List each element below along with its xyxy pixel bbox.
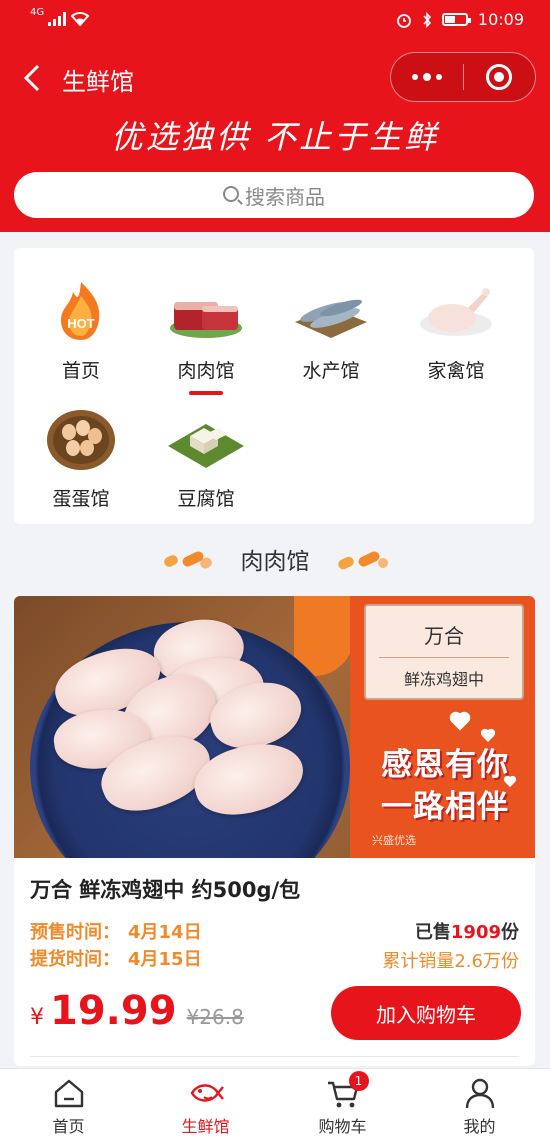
- tab-home[interactable]: 首页: [0, 1069, 137, 1142]
- fish-icon: [291, 278, 371, 344]
- tab-bar: 首页 生鲜馆 1 购物车 我的: [0, 1068, 550, 1142]
- search-icon: [223, 186, 239, 202]
- section-title: 肉肉馆: [240, 549, 310, 575]
- battery-icon: [441, 13, 471, 26]
- header-slogan: 优选独供 不止于生鲜: [110, 118, 440, 156]
- tab-fresh[interactable]: 生鲜馆: [137, 1069, 274, 1142]
- section-header: 肉肉馆: [0, 540, 550, 584]
- chevron-left-icon: [23, 64, 40, 92]
- category-item-home[interactable]: HOT 首页: [16, 278, 146, 383]
- back-button[interactable]: [18, 60, 48, 96]
- signal-group: 4G: [30, 7, 90, 26]
- cart-icon: 1: [325, 1071, 369, 1111]
- brand-divider: [379, 657, 509, 658]
- product-image[interactable]: 万合 鲜冻鸡翅中 感恩有你 一路相伴 兴盛优选: [14, 596, 535, 858]
- more-button[interactable]: [391, 53, 463, 101]
- add-to-cart-button[interactable]: 加入购物车: [331, 986, 521, 1040]
- category-item-eggs[interactable]: 蛋蛋馆: [16, 406, 146, 511]
- hot-flame-icon: HOT: [41, 278, 121, 344]
- active-indicator: [189, 391, 223, 395]
- category-item-poultry[interactable]: 家禽馆: [391, 278, 521, 383]
- pickup-value: 4月15日: [128, 949, 202, 970]
- brand-box: 万合 鲜冻鸡翅中: [364, 604, 524, 700]
- bluetooth-icon: [423, 11, 431, 28]
- fish-tab-icon: [188, 1075, 224, 1111]
- network-type: 4G: [30, 7, 45, 18]
- page-title: 生鲜馆: [62, 68, 134, 96]
- sold-count: 已售1909份: [415, 918, 519, 944]
- image-footer-brand: 兴盛优选: [372, 834, 416, 847]
- status-bar: 4G 10:09: [0, 0, 550, 40]
- promo-slogan-line2: 一路相伴: [381, 789, 509, 825]
- pickup-time: 提货时间： 4月15日: [30, 945, 202, 971]
- category-label: 肉肉馆: [177, 360, 235, 382]
- meat-icon: [166, 278, 246, 344]
- current-price: 19.99: [50, 988, 177, 1034]
- category-label: 水产馆: [302, 360, 360, 382]
- category-item-meat[interactable]: 肉肉馆: [141, 278, 271, 395]
- category-item-seafood[interactable]: 水产馆: [266, 278, 396, 383]
- price-row: ¥ 19.99 ¥26.8: [30, 988, 244, 1038]
- tab-profile[interactable]: 我的: [411, 1069, 548, 1142]
- category-grid: HOT 首页 肉肉馆 水产馆 家禽馆 蛋蛋馆 豆腐馆: [14, 248, 534, 524]
- signal-icon: [48, 12, 67, 26]
- more-dots-icon: [411, 72, 442, 81]
- search-input[interactable]: 搜索商品: [14, 172, 534, 218]
- alarm-icon: [396, 13, 411, 28]
- cart-badge: 1: [348, 1071, 369, 1091]
- tab-cart[interactable]: 1 购物车: [274, 1069, 411, 1142]
- left-decoration-icon: [162, 549, 218, 571]
- currency-symbol: ¥: [30, 1005, 44, 1030]
- brand-product-name: 鲜冻鸡翅中: [403, 670, 484, 689]
- product-title[interactable]: 万合 鲜冻鸡翅中 约500g/包: [30, 874, 300, 904]
- home-icon: [51, 1075, 87, 1111]
- wifi-icon: [70, 12, 90, 26]
- brand-name: 万合: [424, 624, 464, 648]
- tab-label: 首页: [52, 1117, 85, 1136]
- tab-label: 购物车: [318, 1117, 367, 1136]
- original-price: ¥26.8: [186, 1005, 244, 1029]
- tab-label: 我的: [463, 1117, 496, 1136]
- nav-bar: 生鲜馆: [0, 52, 550, 104]
- presale-label: 预售时间：: [30, 922, 120, 943]
- sold-number: 1909: [450, 922, 501, 943]
- close-miniprogram-button[interactable]: [464, 53, 536, 101]
- card-divider: [30, 1056, 519, 1057]
- category-item-tofu[interactable]: 豆腐馆: [141, 406, 271, 511]
- tab-label: 生鲜馆: [181, 1117, 230, 1136]
- svg-text:HOT: HOT: [67, 316, 95, 331]
- poultry-icon: [416, 278, 496, 344]
- right-decoration-icon: [336, 549, 392, 571]
- category-label: 蛋蛋馆: [52, 488, 110, 510]
- sold-suffix: 份: [501, 922, 519, 943]
- product-card[interactable]: 万合 鲜冻鸡翅中 感恩有你 一路相伴 兴盛优选 万合 鲜冻鸡翅中 约500g/包…: [14, 596, 535, 1066]
- category-label: 豆腐馆: [177, 488, 235, 510]
- category-label: 家禽馆: [427, 360, 485, 382]
- presale-value: 4月14日: [128, 922, 202, 943]
- pickup-label: 提货时间：: [30, 949, 120, 970]
- header: 4G 10:09 生鲜馆 优选独供 不止于生鲜 搜索商品: [0, 0, 550, 232]
- mini-program-capsule: [390, 52, 536, 102]
- category-label: 首页: [61, 360, 100, 382]
- user-icon: [462, 1075, 498, 1111]
- target-icon: [486, 64, 513, 90]
- cumulative-sales: 累计销量2.6万份: [382, 951, 519, 972]
- status-icons: 10:09: [396, 10, 524, 29]
- promo-slogan: 感恩有你 一路相伴: [370, 744, 520, 828]
- eggs-icon: [41, 406, 121, 472]
- search-placeholder: 搜索商品: [245, 184, 325, 209]
- promo-slogan-line1: 感恩有你: [381, 747, 509, 783]
- sold-prefix: 已售: [414, 922, 451, 943]
- tofu-icon: [166, 406, 246, 472]
- clock: 10:09: [477, 10, 524, 29]
- presale-time: 预售时间： 4月14日: [30, 918, 202, 944]
